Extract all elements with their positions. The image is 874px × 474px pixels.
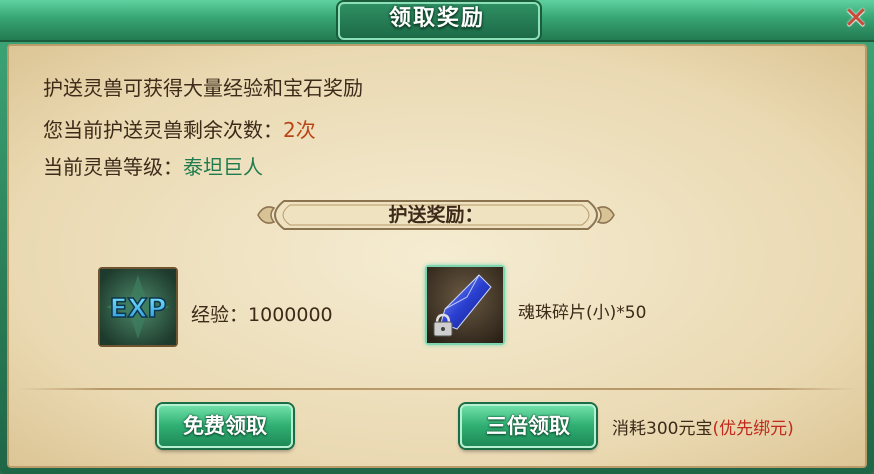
remaining-escorts-label: 您当前护送灵兽剩余次数： xyxy=(43,118,283,142)
beast-level: 当前灵兽等级：泰坦巨人 xyxy=(43,151,263,180)
exp-label: 经验： xyxy=(191,304,249,326)
triple-claim-button[interactable]: 三倍领取 xyxy=(460,404,596,448)
soul-bead-fragment-label: 魂珠碎片(小)*50 xyxy=(518,303,647,323)
free-claim-button[interactable]: 免费领取 xyxy=(157,404,293,448)
dialog-title: 领取奖励 xyxy=(388,6,485,31)
remaining-escorts-value: 2次 xyxy=(283,118,316,142)
rewards-banner: 护送奖励： xyxy=(254,198,618,232)
exp-icon: EXP xyxy=(100,269,176,345)
beast-level-value: 泰坦巨人 xyxy=(183,155,263,179)
exp-value: 1000000 xyxy=(248,304,333,326)
close-icon: ✕ xyxy=(843,1,869,36)
cost-label: 消耗300元宝 xyxy=(612,419,713,439)
exp-reward-label: 经验：1000000 xyxy=(191,300,333,327)
beast-level-label: 当前灵兽等级： xyxy=(43,155,183,179)
exp-reward-icon: EXP xyxy=(98,267,178,347)
divider xyxy=(18,388,856,390)
reward-dialog: 领取奖励 ✕ 护送灵兽可获得大量经验和宝石奖励 您当前护送灵兽剩余次数：2次 当… xyxy=(0,0,874,474)
remaining-escorts: 您当前护送灵兽剩余次数：2次 xyxy=(43,114,316,143)
triple-claim-cost: 消耗300元宝(优先绑元) xyxy=(612,414,794,439)
escort-description-text: 护送灵兽可获得大量经验和宝石奖励 xyxy=(43,76,363,100)
rewards-header: 护送奖励： xyxy=(388,204,484,226)
close-button[interactable]: ✕ xyxy=(840,4,872,36)
exp-icon-text: EXP xyxy=(110,294,167,324)
soul-bead-fragment-icon[interactable] xyxy=(425,265,505,345)
cost-note: (优先绑元) xyxy=(712,419,794,439)
escort-description: 护送灵兽可获得大量经验和宝石奖励 xyxy=(43,72,363,101)
gem-icon xyxy=(427,267,503,343)
content-panel xyxy=(7,44,867,468)
